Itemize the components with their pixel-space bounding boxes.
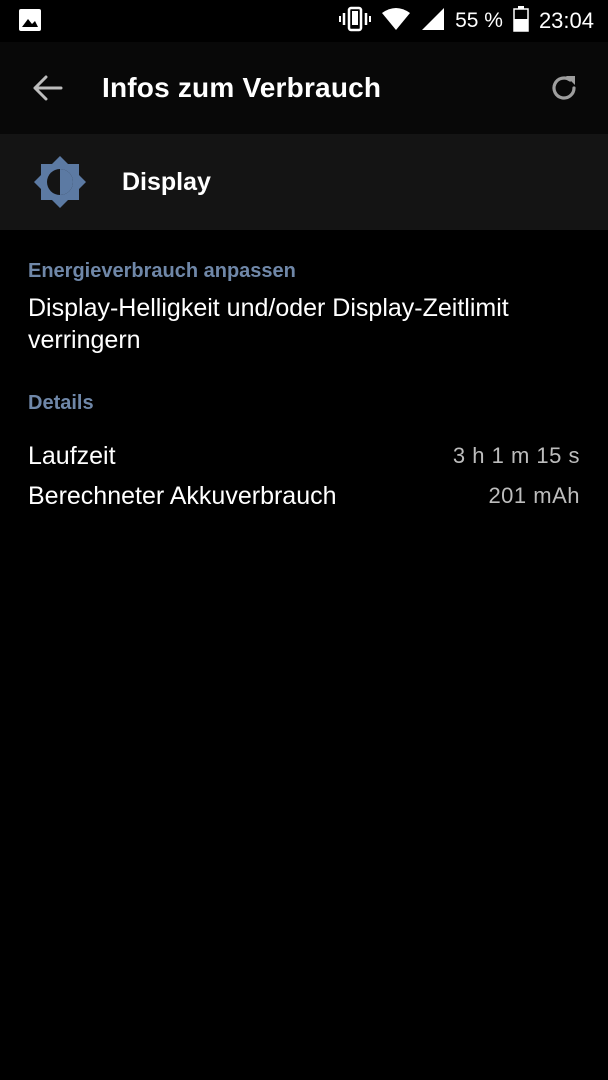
wifi-icon bbox=[381, 7, 411, 36]
vibrate-icon bbox=[339, 6, 372, 37]
detail-value: 201 mAh bbox=[488, 483, 580, 508]
energy-tip[interactable]: Display-Helligkeit und/oder Display-Zeit… bbox=[28, 292, 588, 356]
image-icon bbox=[18, 8, 42, 37]
status-indicators: 55 % 23:04 bbox=[329, 0, 594, 42]
detail-row-battery-usage: Berechneter Akkuverbrauch 201 mAh bbox=[28, 478, 580, 514]
signal-icon bbox=[421, 7, 445, 36]
section-header-details: Details bbox=[28, 392, 94, 414]
app-header: Display bbox=[0, 134, 608, 230]
detail-row-runtime: Laufzeit 3 h 1 m 15 s bbox=[28, 438, 580, 474]
arrow-left-icon[interactable] bbox=[28, 68, 68, 108]
battery-icon bbox=[513, 5, 529, 37]
battery-percent: 55 % bbox=[455, 9, 503, 32]
status-bar: 55 % 23:04 bbox=[0, 0, 608, 42]
detail-label: Berechneter Akkuverbrauch bbox=[28, 481, 337, 510]
detail-value: 3 h 1 m 15 s bbox=[452, 443, 580, 468]
clock: 23:04 bbox=[538, 8, 594, 33]
screen: 55 % 23:04 Infos zum Verbrauch Display E… bbox=[0, 0, 608, 1080]
section-header-energy: Energieverbrauch anpassen bbox=[28, 260, 296, 282]
toolbar: Infos zum Verbrauch bbox=[0, 42, 608, 134]
app-name: Display bbox=[122, 167, 211, 196]
page-title: Infos zum Verbrauch bbox=[102, 72, 382, 103]
refresh-icon[interactable] bbox=[544, 68, 584, 108]
detail-label: Laufzeit bbox=[28, 441, 116, 470]
brightness-icon bbox=[32, 154, 88, 210]
